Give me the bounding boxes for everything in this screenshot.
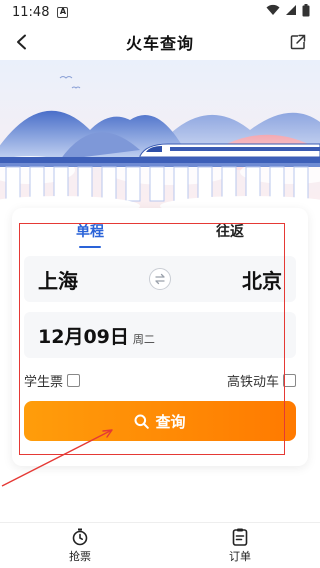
signal-icon <box>285 4 297 20</box>
share-external-icon <box>290 34 306 50</box>
search-button[interactable]: 查询 <box>24 401 296 441</box>
share-button[interactable] <box>284 28 312 56</box>
status-time: 11:48 <box>12 4 50 20</box>
back-button[interactable] <box>8 28 36 56</box>
departure-date-selector[interactable]: 12月09日 周二 <box>24 312 296 358</box>
search-button-label: 查询 <box>155 413 186 431</box>
bottom-nav: 抢票 订单 <box>0 522 320 568</box>
bottom-nav-grab-tickets-label: 抢票 <box>69 549 91 563</box>
order-list-icon <box>232 528 248 546</box>
tab-round-trip[interactable]: 往返 <box>160 221 300 249</box>
tab-one-way[interactable]: 单程 <box>20 221 160 249</box>
departure-weekday: 周二 <box>132 333 155 346</box>
page-title: 火车查询 <box>125 34 194 53</box>
trip-type-tabs: 单程 往返 <box>20 221 300 249</box>
chevron-left-icon <box>17 34 26 50</box>
notification-app-icon: A <box>57 6 69 18</box>
banner-illustration <box>0 60 320 210</box>
swap-stations-button[interactable] <box>149 268 171 290</box>
bottom-nav-grab-tickets[interactable]: 抢票 <box>0 523 160 568</box>
route-selector: 上海 北京 <box>24 256 296 302</box>
high-speed-label: 高铁动车 <box>226 374 279 390</box>
high-speed-option[interactable]: 高铁动车 <box>227 371 296 390</box>
student-ticket-checkbox[interactable] <box>67 373 81 387</box>
departure-station[interactable]: 上海 <box>38 265 78 294</box>
status-indicators <box>266 3 310 21</box>
bottom-nav-orders-label: 订单 <box>229 549 251 563</box>
departure-date: 12月09日 <box>38 326 129 348</box>
wifi-icon <box>266 4 280 20</box>
stopwatch-icon <box>72 528 88 545</box>
ticket-options: 学生票 高铁动车 <box>24 370 296 390</box>
status-bar: 11:48 A <box>0 0 320 24</box>
swap-arrows-icon <box>155 273 165 285</box>
high-speed-checkbox[interactable] <box>283 373 296 387</box>
nav-bar: 火车查询 <box>0 24 320 60</box>
student-ticket-option[interactable]: 学生票 <box>24 371 81 390</box>
student-ticket-label: 学生票 <box>24 374 64 390</box>
search-icon <box>134 414 150 429</box>
battery-icon <box>302 3 310 21</box>
arrival-station[interactable]: 北京 <box>242 265 282 294</box>
bottom-nav-orders[interactable]: 订单 <box>160 523 320 568</box>
train-landscape-illustration <box>0 60 320 210</box>
